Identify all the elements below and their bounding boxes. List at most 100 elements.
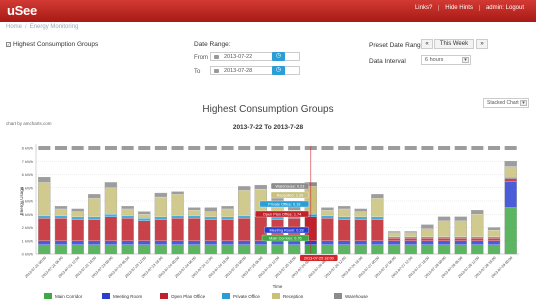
tooltip-text: Warehouse: 0.23 — [276, 185, 305, 189]
cursor-date-text: 2013-07-25 18:00 — [304, 256, 334, 260]
legend-item-main-corridor[interactable]: Main Corridor — [44, 293, 82, 299]
bar-segment-warehouse — [88, 194, 101, 199]
bar-segment-warehouse — [71, 208, 84, 212]
bar-segment-warehouse — [437, 216, 451, 221]
bar-segment-reception — [387, 232, 401, 237]
bar-segment-private-office — [354, 216, 367, 220]
scroller-mark — [254, 146, 267, 150]
bar-segment-main-corridor — [354, 244, 367, 255]
bar-segment-open-plan-office — [471, 238, 484, 241]
bar-segment-warehouse — [121, 206, 134, 210]
bar-segment-reception — [454, 220, 467, 237]
bar-segment-private-office — [404, 236, 417, 239]
scroller-mark — [371, 146, 384, 150]
bar-segment-warehouse — [387, 231, 401, 233]
bar-segment-private-office — [88, 216, 101, 220]
scroller-mark — [221, 146, 234, 150]
scroller-mark — [421, 146, 434, 150]
bar-segment-open-plan-office — [38, 218, 51, 241]
bar-segment-main-corridor — [254, 244, 267, 255]
bar-segment-open-plan-office — [487, 238, 501, 241]
bar-segment-open-plan-office — [221, 219, 234, 241]
bar-segment-warehouse — [154, 192, 168, 198]
bar-segment-reception — [38, 182, 51, 216]
bar-segment-reception — [338, 208, 351, 217]
bar-segment-open-plan-office — [188, 218, 201, 241]
bar-segment-open-plan-office — [371, 219, 384, 241]
bar-segment-open-plan-office — [421, 238, 434, 241]
bar-segment-private-office — [204, 216, 217, 220]
bar-segment-meeting-room — [104, 240, 118, 245]
bar-segment-reception — [71, 211, 84, 218]
tooltip-text: Open Plan Office: 1.74 — [263, 213, 301, 217]
bar-segment-main-corridor — [321, 244, 334, 255]
y-tick-label: 7 kWh — [22, 159, 33, 164]
bar-segment-warehouse — [138, 211, 151, 215]
bar-segment-main-corridor — [104, 244, 118, 255]
legend-item-private-office[interactable]: Private Office — [222, 293, 260, 299]
bar-segment-private-office — [338, 216, 351, 220]
bar-segment-meeting-room — [288, 240, 301, 245]
bar-segment-main-corridor — [504, 207, 517, 255]
legend-item-warehouse[interactable]: Warehouse — [334, 293, 368, 299]
bar-segment-meeting-room — [437, 240, 451, 245]
bar-segment-main-corridor — [454, 244, 467, 255]
bar-segment-warehouse — [188, 207, 201, 211]
bar-segment-meeting-room — [371, 240, 384, 245]
bar-segment-reception — [88, 198, 101, 218]
y-tick-label: 2 kWh — [22, 225, 33, 230]
bar-segment-main-corridor — [387, 244, 401, 255]
bar-segment-reception — [138, 214, 151, 219]
bar-segment-private-office — [487, 236, 501, 239]
bar-segment-private-office — [454, 236, 467, 239]
bar-segment-meeting-room — [487, 240, 501, 245]
bar-segment-meeting-room — [387, 240, 401, 245]
scroller-mark — [188, 146, 201, 150]
bar-segment-warehouse — [221, 206, 234, 210]
legend-item-meeting-room[interactable]: Meeting Room — [102, 293, 142, 299]
bar-segment-warehouse — [454, 216, 467, 221]
bar-segment-open-plan-office — [204, 219, 217, 241]
bar-segment-main-corridor — [437, 244, 451, 255]
bar-segment-private-office — [387, 236, 401, 239]
bar-segment-reception — [221, 208, 234, 217]
bar-segment-main-corridor — [121, 244, 134, 255]
tooltip-text: Reception: 1.26 — [277, 194, 304, 198]
y-axis-title: Energy Usage — [19, 186, 24, 215]
bar-segment-private-office — [437, 236, 451, 239]
legend-label: Private Office — [233, 293, 260, 299]
bar-segment-warehouse — [404, 231, 417, 233]
bar-segment-private-office — [471, 236, 484, 239]
bar-segment-private-office — [238, 215, 251, 219]
bar-segment-reception — [171, 194, 184, 216]
bar-segment-reception — [188, 210, 201, 216]
bar-segment-private-office — [504, 177, 517, 179]
bar-segment-reception — [154, 196, 168, 217]
legend-item-open-plan-office[interactable]: Open Plan Office — [160, 293, 205, 299]
bar-segment-main-corridor — [71, 244, 84, 255]
bar-segment-meeting-room — [221, 240, 234, 245]
bar-segment-meeting-room — [171, 240, 184, 245]
scroller-mark — [154, 146, 167, 150]
legend-swatch — [272, 293, 280, 299]
bar-segment-main-corridor — [171, 244, 184, 255]
legend-swatch — [160, 293, 168, 299]
bar-segment-meeting-room — [354, 240, 367, 245]
bar-segment-open-plan-office — [387, 238, 401, 241]
scroller-mark — [504, 146, 517, 150]
legend-label: Reception — [283, 293, 304, 299]
legend-item-reception[interactable]: Reception — [272, 293, 303, 299]
bar-segment-main-corridor — [338, 244, 351, 255]
legend-label: Warehouse — [345, 293, 368, 299]
scroller-mark — [38, 146, 51, 150]
scroller-mark — [354, 146, 367, 150]
bar-segment-main-corridor — [221, 244, 234, 255]
scroller-mark — [338, 146, 351, 150]
bar-segment-main-corridor — [404, 244, 417, 255]
bar-segment-main-corridor — [421, 244, 434, 255]
bar-segment-open-plan-office — [404, 238, 417, 241]
bar-segment-reception — [421, 228, 434, 237]
y-tick-label: 6 kWh — [22, 172, 33, 177]
bar-segment-reception — [437, 220, 451, 237]
bar-segment-main-corridor — [188, 244, 201, 255]
